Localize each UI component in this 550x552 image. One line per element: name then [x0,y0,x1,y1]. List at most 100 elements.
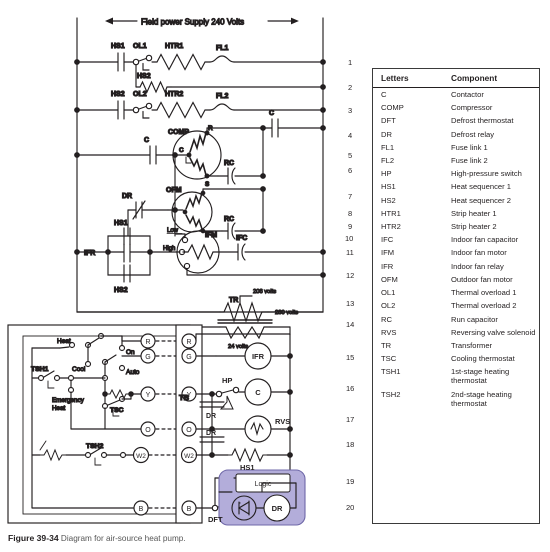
legend-component: Strip heater 1 [451,208,497,218]
legend-row: HTR2 Strip heater 2 [373,220,539,233]
rung-2-hs2-coil [135,64,326,94]
legend-component: Indoor fan relay [451,261,504,271]
legend-component: Indoor fan capacitor [451,235,519,245]
rung-3-strip-heater-2 [74,100,326,120]
figure-caption: Figure 39-34 Diagram for air-source heat… [8,533,186,543]
legend-letters: HTR1 [381,208,401,218]
label-htr1: HTR1 [165,43,183,50]
legend-component: Fuse link 2 [451,156,488,166]
legend-letters: OL1 [381,288,396,298]
thermostat-internal-wiring [31,332,144,509]
rung-number: 9 [348,222,352,231]
label-dr-coil: DR [272,504,283,513]
indoor-fan-motor-circuit [74,227,326,283]
label-ifm-high: High [163,246,175,252]
legend-row: TSH1 1st-stage heating thermostat [373,365,539,387]
tb-terminal-O: O [181,421,197,437]
legend-letters: HS1 [381,182,396,192]
legend-component: Heat sequencer 2 [451,195,511,205]
rung-number: 16 [346,384,354,393]
legend-letters: DR [381,129,392,139]
thermostat-terminal-R-label: R [145,339,150,346]
thermostat-terminal-W2-label: W2 [136,453,146,460]
legend-letters: OL2 [381,301,396,311]
label-contactor-c-left: C [144,137,149,144]
label-rc-comp: RC [224,160,234,167]
tb-terminal-R: R [181,333,197,349]
legend-letters: DFT [381,116,396,126]
label-ol2: OL2 [133,91,147,98]
legend-header-row: Letters Component [373,69,539,88]
rung-number: 1 [348,58,352,67]
legend-row: IFR Indoor fan relay [373,260,539,273]
legend-row: C Contactor [373,88,539,102]
legend-letters: RC [381,314,392,324]
label-htr2: HTR2 [165,91,183,98]
tb-terminal-W2: W2 [180,446,198,464]
legend-row: HP High-pressure switch [373,167,539,180]
tb-terminal-G-label: G [186,354,191,361]
legend-component: Outdoor fan motor [451,274,513,284]
tb-terminal-R-label: R [186,339,191,346]
label-dr-contact-ofm: DR [122,193,132,200]
label-comp-r: R [208,125,213,132]
legend-letters: TSC [381,354,397,364]
legend-letters: HTR2 [381,222,401,232]
legend-letters: OFM [381,274,398,284]
legend-component: Run capacitor [451,314,498,324]
rung-number: 7 [348,192,352,201]
label-terminal-block: TB [179,393,190,402]
rung-number: 14 [346,320,354,329]
legend-row: TSC Cooling thermostat [373,352,539,365]
label-comp: COMP [168,129,189,136]
legend-component: 1st-stage heating thermostat [451,367,510,386]
legend-letters: HS2 [381,195,396,205]
legend-component: High-pressure switch [451,169,522,179]
rung-number: 15 [346,353,354,362]
legend-row: DR Defrost relay [373,128,539,141]
legend-row: FL2 Fuse link 2 [373,154,539,167]
legend-row: OL2 Thermal overload 2 [373,299,539,312]
label-dft: DFT [208,515,223,524]
label-ifr-contacts: IFR [84,250,95,257]
label-hp: HP [222,376,232,385]
label-tsh2: TSH2 [86,443,104,450]
rung-number: 10 [345,234,353,243]
label-contactor-c-right: C [269,110,274,117]
legend-letters: IFM [381,248,395,258]
legend-letters: RVS [381,327,397,337]
label-comp-c: C [179,147,184,154]
label-hs2-rung3: HS2 [111,91,125,98]
legend-letters: TSH2 [381,389,401,399]
legend-component: Fuse link 1 [451,142,488,152]
legend-letters: IFC [381,235,394,245]
tb-terminal-O-label: O [186,427,192,434]
legend-component: Transformer [451,340,493,350]
legend-letters: TR [381,340,392,350]
legend-row: RC Run capacitor [373,312,539,325]
rung-number: 6 [348,166,352,175]
rung-number: 5 [348,151,352,160]
legend-row: HTR1 Strip heater 1 [373,207,539,220]
legend-row: IFM Indoor fan motor [373,246,539,259]
legend-row: OL1 Thermal overload 1 [373,286,539,299]
label-ifm: IFM [205,232,217,239]
legend-letters: FL1 [381,142,395,152]
legend-row: RVS Reversing valve solenoid [373,326,539,339]
thermostat-terminal-Y: Y [140,386,156,402]
legend-row: COMP Compressor [373,101,539,114]
thermostat-panel-outline [7,324,191,524]
label-tr: TR [229,297,238,304]
figure-caption-text: Diagram for air-source heat pump. [60,534,186,543]
label-hs1-ifm: HS1 [114,220,128,227]
label-fan-on: On [126,349,135,356]
rung-number: 13 [346,299,354,308]
label-logic: Logic [255,481,272,488]
thermostat-terminal-G: G [140,348,156,364]
legend-component: Heat sequencer 1 [451,182,511,192]
legend-row: HS1 Heat sequencer 1 [373,180,539,193]
thermostat-terminal-B: B [133,500,149,516]
label-208-volts: 208 volts [253,289,276,295]
label-rc-ofm: RC [224,216,234,223]
legend-header-component: Component [441,69,539,88]
